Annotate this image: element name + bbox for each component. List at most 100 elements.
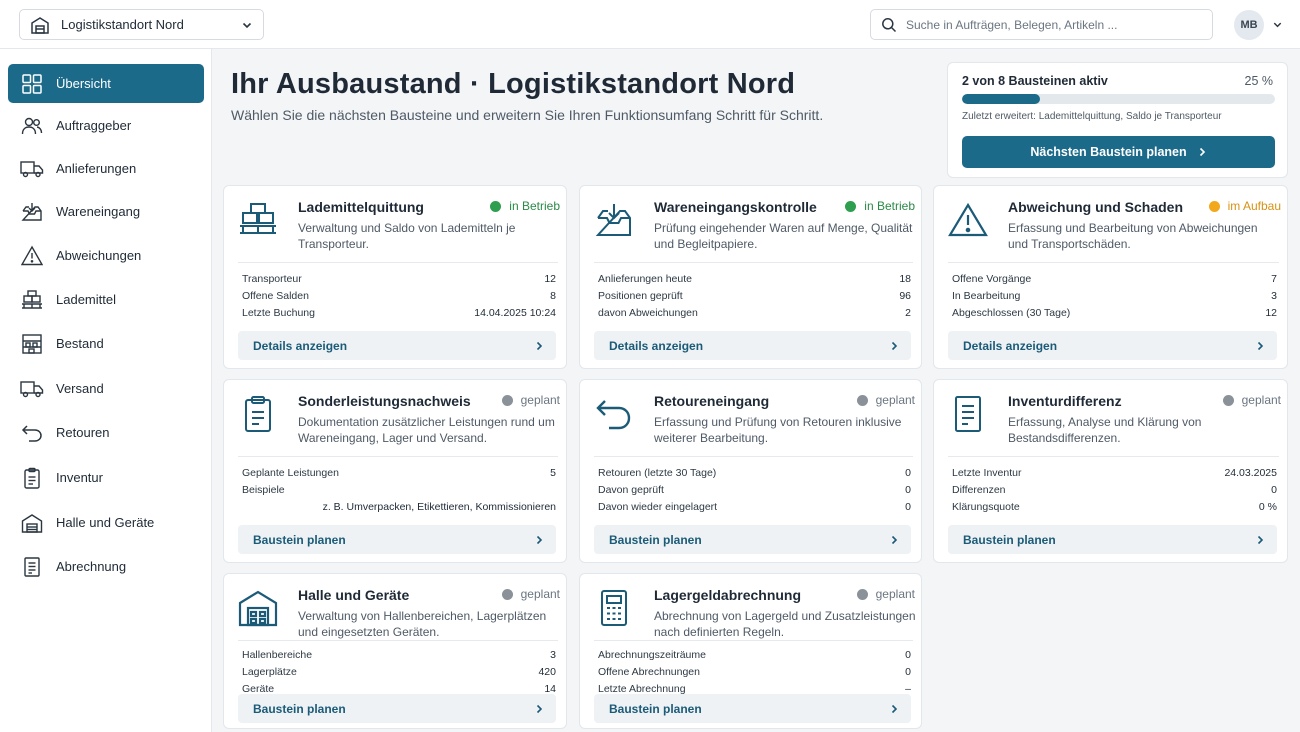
stat-value: 14.04.2025 10:24 [474, 306, 556, 319]
card-title: Inventurdifferenz [1008, 393, 1122, 409]
progress-title: 2 von 8 Bausteinen aktiv [962, 74, 1108, 88]
status-badge: geplant [1222, 393, 1281, 407]
search-field[interactable] [870, 9, 1213, 40]
sidebar-item-abrechnung[interactable]: Abrechnung [8, 547, 204, 586]
plan-next-module-button[interactable]: Nächsten Baustein planen [962, 136, 1275, 168]
truck-icon [20, 157, 44, 181]
status-label: geplant [875, 393, 915, 407]
sidebar-item-abweichungen[interactable]: Abweichungen [8, 236, 204, 275]
stat-value: 5 [550, 466, 556, 479]
card-stats: Offene Vorgänge 7 In Bearbeitung 3 Abgeschlo… [952, 270, 1277, 321]
card-action-button[interactable]: Baustein planen [594, 694, 911, 723]
module-card-inventurdifferenz: Inventurdifferenz geplant Erfassung, Analy… [933, 379, 1288, 563]
stat-value: 0 [905, 483, 911, 496]
stat-row: Geplante Leistungen 5 [242, 464, 556, 481]
sidebar-item-uebersicht[interactable]: Übersicht [8, 64, 204, 103]
stat-row: Retouren (letzte 30 Tage) 0 [598, 464, 911, 481]
card-stats: Letzte Inventur 24.03.2025 Differenzen 0 Klä… [952, 464, 1277, 515]
return-arrow-icon [20, 421, 44, 445]
inbox-download-icon [594, 200, 634, 240]
card-action-button[interactable]: Details anzeigen [238, 331, 556, 360]
sidebar-item-anlieferungen[interactable]: Anlieferungen [8, 149, 204, 188]
warning-icon [948, 200, 988, 240]
warehouse-icon [238, 588, 278, 628]
stat-value: 24.03.2025 [1224, 466, 1277, 479]
divider [594, 640, 913, 641]
stat-label: Transporteur [242, 272, 302, 285]
status-label: geplant [875, 587, 915, 601]
card-description: Erfassung und Prüfung von Retouren inklu… [654, 415, 902, 445]
card-title: Lagergeldabrechnung [654, 587, 802, 603]
stat-label: Anlieferungen heute [598, 272, 692, 285]
sidebar-item-inventur[interactable]: Inventur [8, 458, 204, 497]
card-action-button[interactable]: Details anzeigen [594, 331, 911, 360]
card-action-button[interactable]: Baustein planen [238, 694, 556, 723]
stat-label: Positionen geprüft [598, 289, 683, 302]
stat-value: 0 [905, 648, 911, 661]
card-action-label: Baustein planen [609, 701, 702, 716]
site-selector-label: Logistikstandort Nord [61, 17, 184, 32]
chevron-right-icon [534, 341, 544, 351]
stat-label: Letzte Buchung [242, 306, 315, 319]
stat-row: Offene Vorgänge 7 [952, 270, 1277, 287]
stat-value: 12 [1265, 306, 1277, 319]
sidebar-item-label: Retouren [56, 425, 110, 440]
stat-value: 3 [550, 648, 556, 661]
chevron-down-icon [1272, 19, 1283, 30]
stat-value: 2 [905, 306, 911, 319]
sidebar-item-label: Abrechnung [56, 559, 127, 574]
stat-row: Letzte Inventur 24.03.2025 [952, 464, 1277, 481]
stat-value: 14 [544, 682, 556, 695]
warehouse-icon [20, 511, 44, 535]
inbox-download-icon [20, 200, 44, 224]
status-badge: geplant [501, 393, 560, 407]
user-menu[interactable]: MB [1234, 9, 1283, 40]
sidebar-item-label: Auftraggeber [56, 118, 132, 133]
sidebar-item-halle-und-geraete[interactable]: Halle und Geräte [8, 503, 204, 542]
sidebar-item-wareneingang[interactable]: Wareneingang [8, 192, 204, 231]
module-card-wareneingangskontrolle: Wareneingangskontrolle in Betrieb Prüfung … [579, 185, 922, 369]
sidebar-item-auftraggeber[interactable]: Auftraggeber [8, 106, 204, 145]
sidebar-item-retouren[interactable]: Retouren [8, 413, 204, 452]
card-stats: Anlieferungen heute 18 Positionen geprüft 9… [598, 270, 911, 321]
stat-label: Letzte Inventur [952, 466, 1022, 479]
chevron-right-icon [889, 535, 899, 545]
card-action-button[interactable]: Details anzeigen [948, 331, 1277, 360]
stat-value: 0 [905, 466, 911, 479]
sidebar-item-label: Abweichungen [56, 248, 142, 263]
module-card-halle-und-geraete: Halle und Geräte geplant Verwaltung von Ha… [223, 573, 567, 729]
search-input[interactable] [906, 17, 1202, 32]
site-selector[interactable]: Logistikstandort Nord [19, 9, 264, 40]
stat-label: Beispiele [242, 483, 285, 496]
stat-value: z. B. Umverpacken, Etikettieren, Kommiss… [322, 500, 556, 513]
card-title: Retoureneingang [654, 393, 770, 409]
avatar[interactable]: MB [1234, 9, 1264, 40]
stat-label: Geplante Leistungen [242, 466, 339, 479]
card-action-button[interactable]: Baustein planen [238, 525, 556, 554]
stat-label: Davon geprüft [598, 483, 664, 496]
module-card-lademittelquittung: Lademittelquittung in Betrieb Verwaltung u… [223, 185, 567, 369]
chevron-right-icon [534, 704, 544, 714]
status-dot [1222, 394, 1234, 406]
stat-label: Davon wieder eingelagert [598, 500, 718, 513]
card-action-button[interactable]: Baustein planen [948, 525, 1277, 554]
stat-value: – [905, 682, 911, 695]
sidebar-item-bestand[interactable]: Bestand [8, 324, 204, 363]
divider [238, 262, 558, 263]
card-description: Erfassung, Analyse und Klärung von Besta… [1008, 415, 1202, 445]
stat-value: 96 [899, 289, 911, 302]
status-badge: geplant [856, 587, 915, 601]
status-label: in Betrieb [864, 199, 915, 213]
divider [238, 456, 558, 457]
chevron-right-icon [889, 704, 899, 714]
stat-label: Offene Vorgänge [952, 272, 1032, 285]
status-dot [856, 394, 868, 406]
status-badge: geplant [856, 393, 915, 407]
status-dot [490, 200, 502, 212]
sidebar-item-versand[interactable]: Versand [8, 369, 204, 408]
sidebar-item-lademittel[interactable]: Lademittel [8, 280, 204, 319]
status-label: geplant [520, 393, 560, 407]
stat-value: 18 [899, 272, 911, 285]
card-action-button[interactable]: Baustein planen [594, 525, 911, 554]
card-description: Verwaltung von Hallenbereichen, Lagerplä… [298, 609, 547, 639]
